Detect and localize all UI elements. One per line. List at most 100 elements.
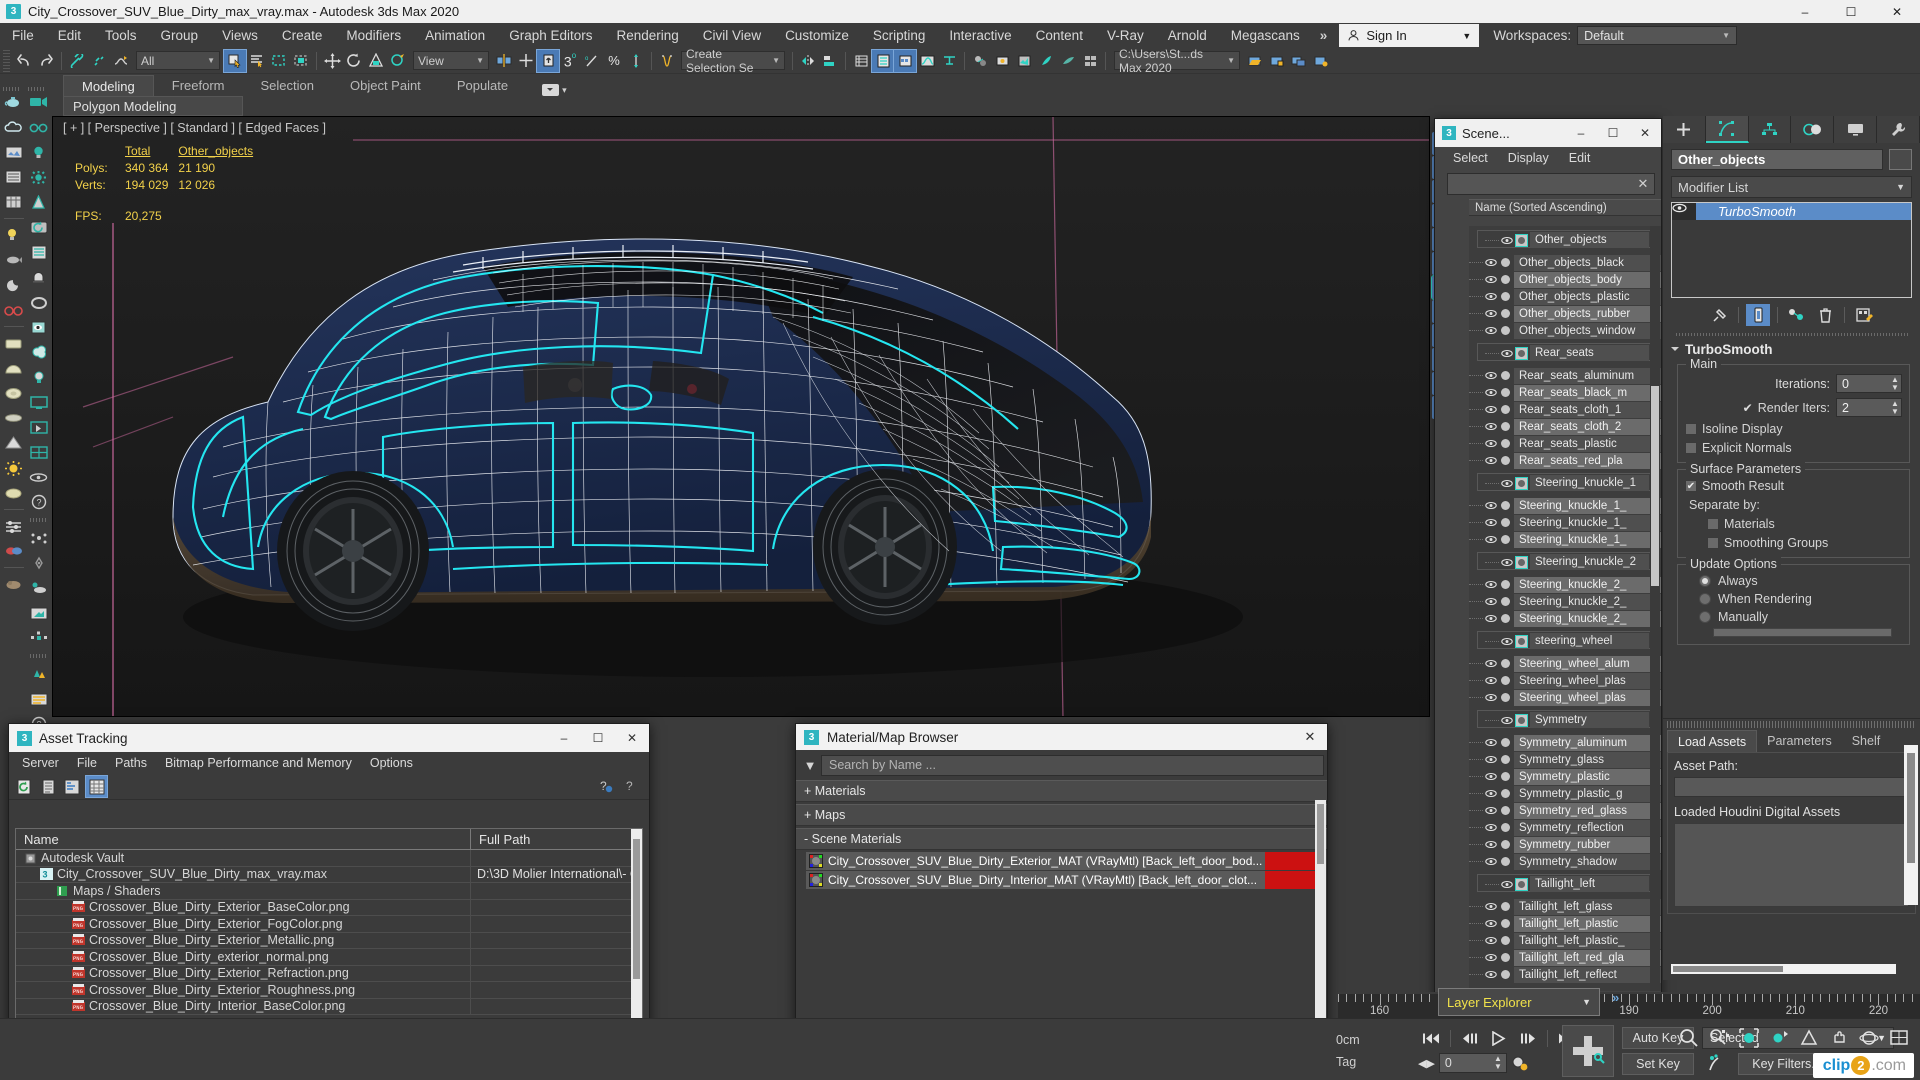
eye-icon[interactable] xyxy=(1485,806,1499,815)
scene-explorer-row[interactable]: Steering_wheel_plas xyxy=(1469,689,1661,706)
tab-load-assets[interactable]: Load Assets xyxy=(1667,730,1758,752)
hand-rock-icon[interactable] xyxy=(2,572,26,596)
object-marker-icon[interactable] xyxy=(1501,275,1510,284)
redo-icon[interactable] xyxy=(35,50,57,72)
particle-icon[interactable] xyxy=(27,526,51,550)
eye-icon[interactable] xyxy=(1485,258,1499,267)
object-marker-icon[interactable] xyxy=(1501,936,1510,945)
object-marker-icon[interactable] xyxy=(1501,501,1510,510)
menu-civil-view[interactable]: Civil View xyxy=(691,23,773,48)
iterations-spinner[interactable]: 0 ▲ ▼ xyxy=(1836,374,1902,393)
spinner-arrows-icon[interactable] xyxy=(625,50,647,72)
spinner-arrows-icon[interactable]: ▲ ▼ xyxy=(1494,1055,1506,1071)
asset-table-row[interactable]: PNG Crossover_Blue_Dirty_Exterior_Roughne… xyxy=(16,981,642,999)
use-pivot-point-center-icon[interactable] xyxy=(493,50,515,72)
layer-explorer-dropdown[interactable]: Layer Explorer ▼ xyxy=(1438,988,1600,1016)
paint-frame-icon[interactable] xyxy=(27,601,51,625)
scene-explorer-row[interactable]: Taillight_left_glass xyxy=(1469,898,1661,915)
asset-menu-paths[interactable]: Paths xyxy=(106,756,156,770)
angle-snap-icon[interactable]: 3ᵒ xyxy=(559,50,581,72)
remove-modifier-icon[interactable] xyxy=(1813,304,1837,326)
sphere-primitive-icon[interactable] xyxy=(2,356,26,380)
snaps-toggle-icon[interactable] xyxy=(536,48,560,73)
scrollbar-thumb[interactable] xyxy=(1317,804,1324,864)
eye-icon[interactable] xyxy=(1501,716,1515,725)
eye-icon[interactable] xyxy=(1501,349,1515,358)
chevron-down-icon[interactable]: ▼ xyxy=(799,758,821,773)
open-folder-icon[interactable] xyxy=(1244,50,1266,72)
undo-icon[interactable] xyxy=(13,50,35,72)
spinner-arrows-icon[interactable]: ▲ ▼ xyxy=(1889,375,1901,392)
refresh-icon[interactable] xyxy=(27,215,51,239)
render-in-cloud-icon[interactable] xyxy=(1079,50,1101,72)
list-icon[interactable] xyxy=(2,165,26,189)
scene-explorer-scrollbar[interactable] xyxy=(1650,226,1660,991)
fish-icon[interactable] xyxy=(2,248,26,272)
smoothing-groups-checkbox[interactable]: Smoothing Groups xyxy=(1707,536,1902,550)
object-marker-icon[interactable] xyxy=(1501,659,1510,668)
scene-explorer-row[interactable]: Taillight_left_plastic_ xyxy=(1469,932,1661,949)
help-question-blue-icon[interactable]: ? xyxy=(595,776,616,797)
scene-explorer-row[interactable]: Taillight_left_reflect xyxy=(1469,966,1661,983)
menu-tools[interactable]: Tools xyxy=(93,23,149,48)
eye-icon[interactable] xyxy=(1485,292,1499,301)
modifier-stack-entry[interactable]: TurboSmooth xyxy=(1672,203,1911,220)
render-iters-checkbox[interactable]: ✔ Render Iters: xyxy=(1743,401,1830,415)
eye-icon[interactable] xyxy=(1485,919,1499,928)
ring-icon[interactable] xyxy=(27,290,51,314)
object-marker-icon[interactable] xyxy=(1501,292,1510,301)
project-folder-combo[interactable]: C:\Users\St...ds Max 2020 ▼ xyxy=(1114,47,1240,75)
scene-menu-display[interactable]: Display xyxy=(1498,151,1559,165)
asset-table-row[interactable]: Autodesk Vault xyxy=(16,849,642,867)
grid-view-icon[interactable] xyxy=(85,775,108,798)
note-lines-icon[interactable] xyxy=(27,687,51,711)
tab-modify[interactable] xyxy=(1705,116,1749,143)
eye-icon[interactable] xyxy=(1485,518,1499,527)
cone-teal-icon[interactable] xyxy=(27,190,51,214)
close-button[interactable]: ✕ xyxy=(1293,724,1327,750)
scrollbar-thumb[interactable] xyxy=(1673,966,1783,972)
eye-icon[interactable] xyxy=(1485,659,1499,668)
material-vertical-scrollbar[interactable] xyxy=(1315,800,1326,1053)
scene-explorer-row[interactable]: Other_objects_black xyxy=(1469,254,1661,271)
group-marker-icon[interactable] xyxy=(1515,233,1528,247)
object-marker-icon[interactable] xyxy=(1501,970,1510,979)
window-crossing-icon[interactable] xyxy=(290,50,312,72)
refresh-assets-icon[interactable] xyxy=(14,776,35,797)
scrollbar-thumb[interactable] xyxy=(633,839,640,979)
object-marker-icon[interactable] xyxy=(1501,676,1510,685)
ribbon-tab-modeling[interactable]: Modeling xyxy=(63,75,154,96)
group-marker-icon[interactable] xyxy=(1515,346,1528,360)
scene-explorer-row[interactable]: Symmetry_glass xyxy=(1469,751,1661,768)
scene-explorer-row[interactable]: Steering_knuckle_1_ xyxy=(1469,531,1661,548)
asset-table-row[interactable]: PNG Crossover_Blue_Dirty_Exterior_FogColo… xyxy=(16,915,642,933)
object-marker-icon[interactable] xyxy=(1501,840,1510,849)
menu-edit[interactable]: Edit xyxy=(46,23,93,48)
video-camera-icon[interactable] xyxy=(27,90,51,114)
group-marker-icon[interactable] xyxy=(1515,634,1528,648)
eye-icon[interactable] xyxy=(1485,953,1499,962)
object-marker-icon[interactable] xyxy=(1501,789,1510,798)
eye-icon[interactable] xyxy=(1485,823,1499,832)
document-lines-icon[interactable] xyxy=(27,240,51,264)
scene-explorer-column-header[interactable]: Name (Sorted Ascending) xyxy=(1469,199,1661,216)
edit-named-selection-sets-icon[interactable] xyxy=(656,50,678,72)
menu-scripting[interactable]: Scripting xyxy=(861,23,938,48)
scene-explorer-row[interactable]: Symmetry_aluminum xyxy=(1469,734,1661,751)
object-marker-icon[interactable] xyxy=(1501,614,1510,623)
section-scene-materials[interactable]: - Scene Materials xyxy=(796,828,1327,850)
eye-icon[interactable] xyxy=(1485,614,1499,623)
toggle-ribbon-icon[interactable] xyxy=(893,48,917,73)
render-production-icon[interactable] xyxy=(1035,50,1057,72)
asset-table-row[interactable]: Maps / Shaders xyxy=(16,882,642,900)
scrollbar-thumb[interactable] xyxy=(1907,753,1915,863)
cone-primitive-icon[interactable] xyxy=(2,431,26,455)
moon-icon[interactable] xyxy=(2,273,26,297)
eye-icon[interactable] xyxy=(1485,326,1499,335)
scene-materials-list[interactable]: City_Crossover_SUV_Blue_Dirty_Exterior_M… xyxy=(796,852,1327,889)
eye-icon[interactable] xyxy=(1485,439,1499,448)
asset-path-field[interactable] xyxy=(1674,777,1909,797)
object-marker-icon[interactable] xyxy=(1501,309,1510,318)
materials-checkbox[interactable]: Materials xyxy=(1707,517,1902,531)
scene-explorer-row[interactable]: Rear_seats_cloth_2 xyxy=(1469,418,1661,435)
